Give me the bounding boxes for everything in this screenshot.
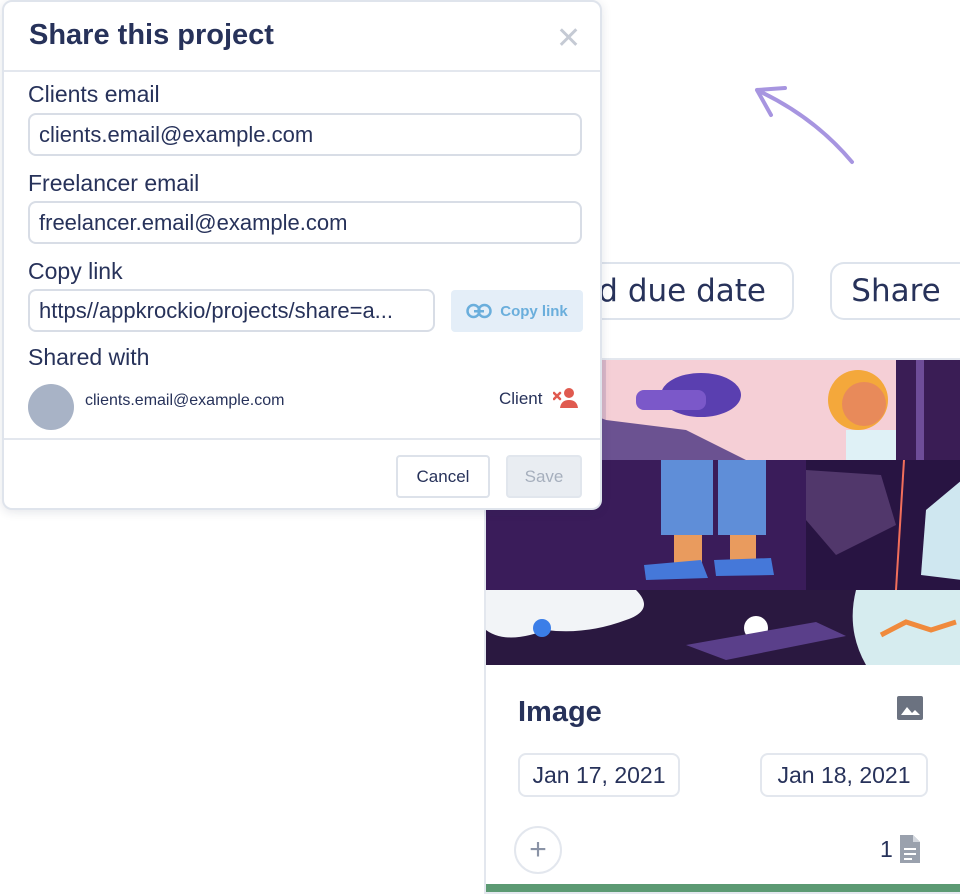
copy-link-button-label: Copy link xyxy=(500,302,568,320)
start-date[interactable]: Jan 17, 2021 xyxy=(518,753,680,797)
freelancer-email-label: Freelancer email xyxy=(28,170,200,196)
curved-arrow-icon xyxy=(755,86,854,164)
share-link-field[interactable]: https//appkrockio/projects/share=a... xyxy=(28,289,435,332)
cancel-button[interactable]: Cancel xyxy=(396,455,490,498)
shared-user-role: Client xyxy=(499,389,543,408)
freelancer-email-field[interactable]: freelancer.email@example.com xyxy=(28,201,582,244)
file-count: 1 xyxy=(880,836,893,862)
end-date[interactable]: Jan 18, 2021 xyxy=(760,753,928,797)
image-icon xyxy=(897,696,923,720)
remove-user-icon[interactable] xyxy=(553,387,579,409)
modal-header: Share this project ✕ xyxy=(4,2,600,72)
link-icon xyxy=(466,303,492,319)
avatar xyxy=(28,384,74,430)
shared-user-email: clients.email@example.com xyxy=(85,392,285,409)
card-status-bar xyxy=(486,884,960,892)
share-project-modal: Share this project ✕ Clients email clien… xyxy=(2,0,602,510)
save-button[interactable]: Save xyxy=(506,455,582,498)
share-button[interactable]: Share xyxy=(830,262,960,320)
add-button[interactable]: + xyxy=(514,826,562,874)
clients-email-label: Clients email xyxy=(28,81,160,107)
shared-with-label: Shared with xyxy=(28,344,150,370)
modal-footer: Cancel Save xyxy=(4,438,600,510)
copy-link-button[interactable]: Copy link xyxy=(451,290,583,332)
card-title: Image xyxy=(518,696,602,728)
clients-email-field[interactable]: clients.email@example.com xyxy=(28,113,582,156)
copy-link-label: Copy link xyxy=(28,258,123,284)
modal-title: Share this project xyxy=(29,19,274,51)
close-icon[interactable]: ✕ xyxy=(556,24,581,54)
plus-icon: + xyxy=(529,833,547,866)
file-icon xyxy=(900,835,920,863)
